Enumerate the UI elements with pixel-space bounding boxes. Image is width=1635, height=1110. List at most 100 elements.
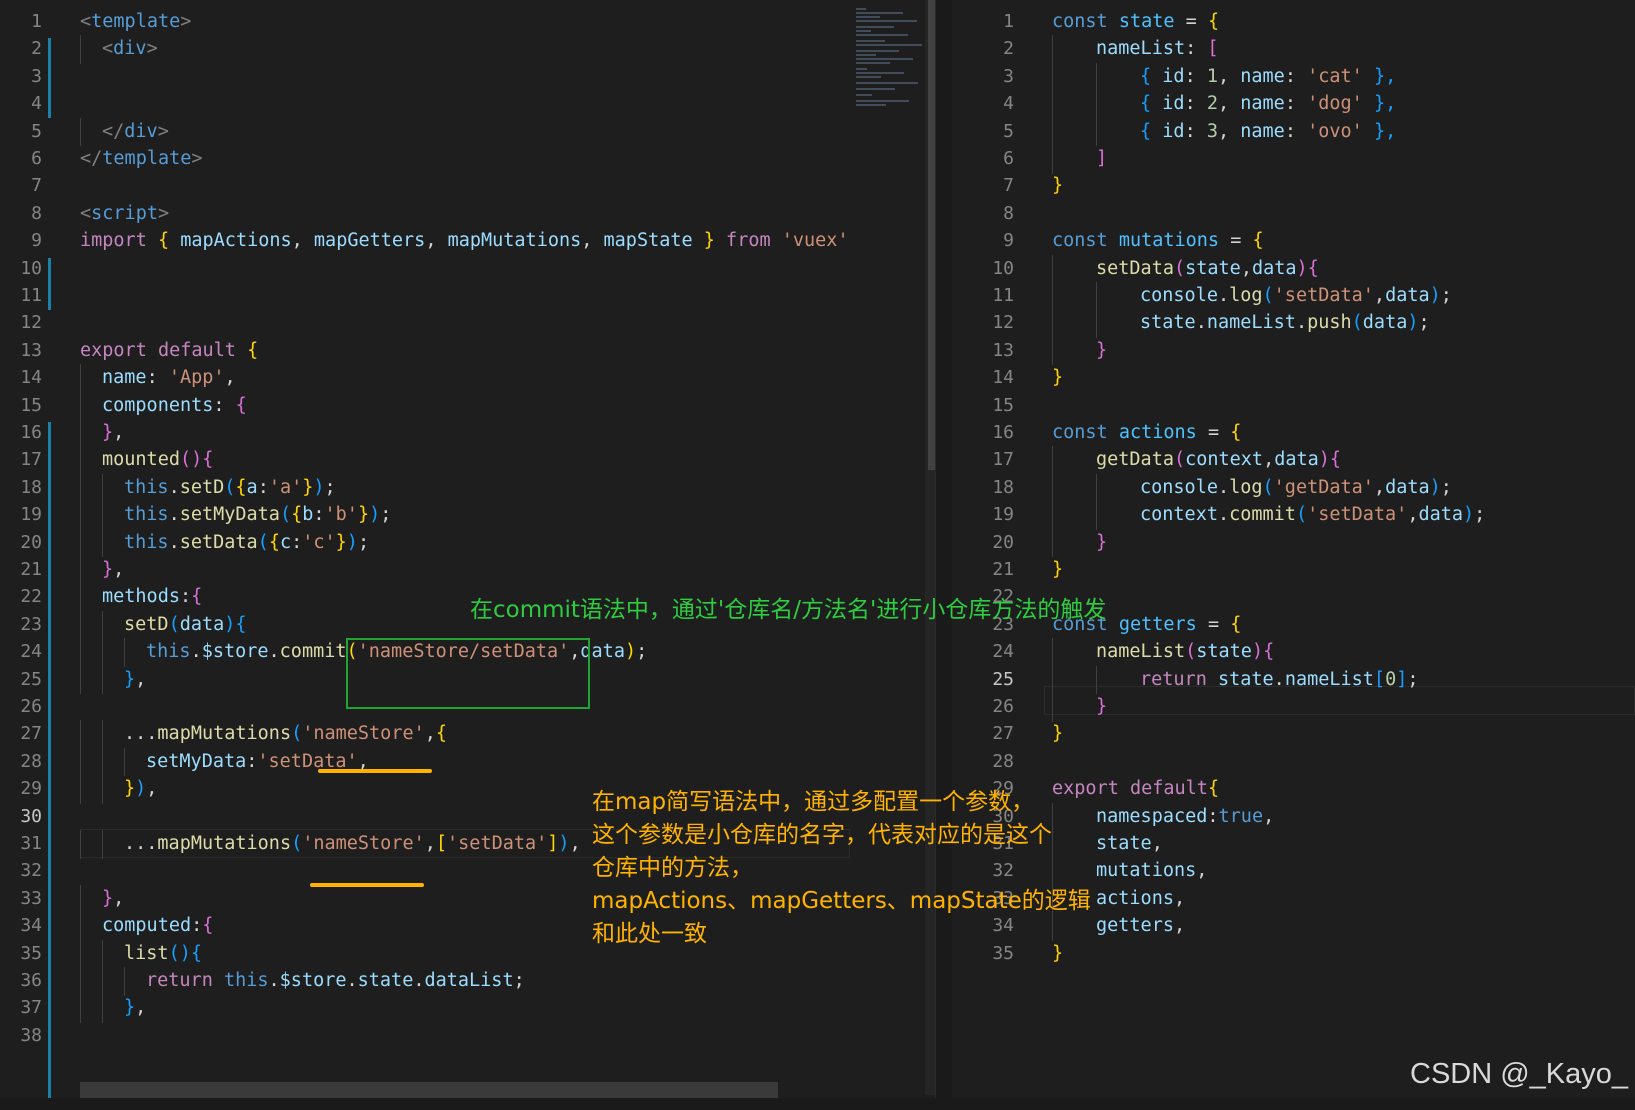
code-line[interactable]: 26} bbox=[952, 693, 1635, 722]
code-line[interactable]: 28 setMyData:'setData', bbox=[0, 747, 935, 777]
code-line[interactable]: 6] bbox=[952, 145, 1635, 174]
code-line[interactable]: 9 const mutations = { bbox=[952, 227, 1635, 256]
code-line[interactable]: 36 return this.$store.state.dataList; bbox=[0, 967, 935, 996]
code-text[interactable]: console.log('setData',data); bbox=[1140, 282, 1452, 311]
code-text[interactable]: }, bbox=[124, 994, 146, 1023]
code-text[interactable]: ...mapMutations('nameStore',{ bbox=[124, 720, 447, 749]
code-line[interactable]: 18 this.setD({a:'a'}); bbox=[0, 473, 935, 503]
code-text[interactable]: console.log('getData',data); bbox=[1140, 474, 1452, 503]
code-text[interactable]: import { mapActions, mapGetters, mapMuta… bbox=[80, 227, 849, 256]
code-text[interactable]: const actions = { bbox=[1052, 419, 1241, 448]
code-text[interactable]: nameList: [ bbox=[1096, 35, 1219, 64]
code-text[interactable]: <div> bbox=[102, 35, 158, 64]
code-line[interactable]: 15 bbox=[952, 392, 1635, 421]
code-line[interactable]: 17 getData(context,data){ bbox=[952, 446, 1635, 475]
code-line[interactable]: 20} bbox=[952, 528, 1635, 558]
code-line[interactable]: 8 bbox=[952, 200, 1635, 229]
code-text[interactable]: } bbox=[1052, 720, 1063, 749]
code-line[interactable]: 17 mounted(){ bbox=[0, 446, 935, 475]
code-text[interactable]: namespaced:true, bbox=[1096, 803, 1274, 832]
code-text[interactable]: </div> bbox=[102, 118, 169, 147]
code-text[interactable]: ...mapMutations('nameStore',['setData'])… bbox=[124, 830, 581, 859]
code-line[interactable]: 28 bbox=[952, 748, 1635, 777]
code-text[interactable]: getters, bbox=[1096, 912, 1185, 941]
code-line[interactable]: 18 console.log('getData',data); bbox=[952, 473, 1635, 503]
code-text[interactable]: } bbox=[1096, 529, 1107, 558]
code-line[interactable]: 2 <div> bbox=[0, 35, 935, 64]
code-line[interactable]: 16}, bbox=[0, 419, 935, 448]
code-text[interactable]: methods:{ bbox=[102, 583, 202, 612]
code-line[interactable]: 5 { id: 3, name: 'ovo' }, bbox=[952, 117, 1635, 147]
code-line[interactable]: 6 </template> bbox=[0, 145, 935, 174]
code-line[interactable]: 21} bbox=[952, 556, 1635, 585]
horizontal-scrollbar[interactable] bbox=[80, 1082, 778, 1098]
code-line[interactable]: 7 bbox=[0, 172, 935, 201]
code-line[interactable]: 27 ...mapMutations('nameStore',{ bbox=[0, 720, 935, 749]
code-line[interactable]: 12 bbox=[0, 309, 935, 338]
code-text[interactable]: } bbox=[1052, 556, 1063, 585]
code-line[interactable]: 2 nameList: [ bbox=[952, 35, 1635, 64]
code-text[interactable]: state.nameList.push(data); bbox=[1140, 309, 1430, 338]
code-line[interactable]: 1 const state = { bbox=[952, 8, 1635, 37]
code-line[interactable]: 11 console.log('setData',data); bbox=[952, 282, 1635, 311]
code-text[interactable]: }, bbox=[124, 666, 146, 695]
code-line[interactable]: 15 components: { bbox=[0, 391, 935, 421]
code-text[interactable]: list(){ bbox=[124, 940, 202, 969]
code-line[interactable]: 9 import { mapActions, mapGetters, mapMut… bbox=[0, 227, 935, 256]
code-line[interactable]: 27} bbox=[952, 720, 1635, 749]
code-line[interactable]: 11 bbox=[0, 282, 935, 311]
code-line[interactable]: 13 export default { bbox=[0, 337, 935, 366]
code-text[interactable]: mutations, bbox=[1096, 857, 1207, 886]
code-text[interactable]: } bbox=[1052, 364, 1063, 393]
code-line[interactable]: 10 setData(state,data){ bbox=[952, 254, 1635, 284]
code-line[interactable]: 10 bbox=[0, 255, 935, 284]
code-line[interactable]: 13} bbox=[952, 336, 1635, 366]
code-text[interactable]: </template> bbox=[80, 145, 203, 174]
code-text[interactable]: this.setMyData({b:'b'}); bbox=[124, 501, 391, 530]
code-line[interactable]: 25 return state.nameList[0]; bbox=[952, 665, 1635, 695]
code-line[interactable]: 1 <template> bbox=[0, 8, 935, 37]
code-text[interactable]: actions, bbox=[1096, 885, 1185, 914]
code-text[interactable]: this.setData({c:'c'}); bbox=[124, 529, 369, 558]
code-text[interactable]: { id: 1, name: 'cat' }, bbox=[1140, 63, 1396, 92]
code-text[interactable]: { id: 2, name: 'dog' }, bbox=[1140, 90, 1396, 119]
code-line[interactable]: 20 this.setData({c:'c'}); bbox=[0, 528, 935, 558]
code-text[interactable]: name: 'App', bbox=[102, 364, 236, 393]
code-text[interactable]: nameList(state){ bbox=[1096, 638, 1274, 667]
code-line[interactable]: 16 const actions = { bbox=[952, 419, 1635, 448]
code-line[interactable]: 19 this.setMyData({b:'b'}); bbox=[0, 501, 935, 530]
code-text[interactable]: return state.nameList[0]; bbox=[1140, 666, 1418, 695]
code-text[interactable]: } bbox=[1096, 693, 1107, 722]
code-text[interactable]: return this.$store.state.dataList; bbox=[146, 967, 525, 996]
code-text[interactable]: } bbox=[1052, 172, 1063, 201]
code-text[interactable]: <template> bbox=[80, 8, 191, 37]
code-text[interactable]: context.commit('setData',data); bbox=[1140, 501, 1485, 530]
code-text[interactable]: this.setD({a:'a'}); bbox=[124, 474, 336, 503]
code-line[interactable]: 3 { id: 1, name: 'cat' }, bbox=[952, 62, 1635, 92]
code-line[interactable]: 14} bbox=[952, 364, 1635, 393]
code-text[interactable]: mounted(){ bbox=[102, 446, 213, 475]
code-text[interactable]: }, bbox=[102, 419, 124, 448]
code-line[interactable]: 21}, bbox=[0, 556, 935, 585]
code-line[interactable]: 8 <script> bbox=[0, 200, 935, 229]
scrollbar-thumb[interactable] bbox=[928, 0, 935, 470]
code-text[interactable]: components: { bbox=[102, 392, 247, 421]
code-text[interactable]: <script> bbox=[80, 200, 169, 229]
code-text[interactable]: { id: 3, name: 'ovo' }, bbox=[1140, 118, 1396, 147]
code-text[interactable]: }, bbox=[102, 556, 124, 585]
code-text[interactable]: const mutations = { bbox=[1052, 227, 1264, 256]
code-line[interactable]: 4 bbox=[0, 90, 935, 119]
code-text[interactable]: export default { bbox=[80, 337, 258, 366]
code-line[interactable]: 37}, bbox=[0, 994, 935, 1023]
code-text[interactable]: setData(state,data){ bbox=[1096, 255, 1319, 284]
code-line[interactable]: 5 </div> bbox=[0, 117, 935, 147]
code-line[interactable]: 14 name: 'App', bbox=[0, 364, 935, 393]
code-text[interactable]: getData(context,data){ bbox=[1096, 446, 1341, 475]
code-line[interactable]: 24 nameList(state){ bbox=[952, 638, 1635, 667]
code-text[interactable]: const state = { bbox=[1052, 8, 1219, 37]
code-text[interactable]: state, bbox=[1096, 830, 1163, 859]
code-text[interactable]: computed:{ bbox=[102, 912, 213, 941]
code-line[interactable]: 4 { id: 2, name: 'dog' }, bbox=[952, 90, 1635, 119]
code-text[interactable]: ] bbox=[1096, 145, 1107, 174]
code-text[interactable]: setD(data){ bbox=[124, 611, 247, 640]
